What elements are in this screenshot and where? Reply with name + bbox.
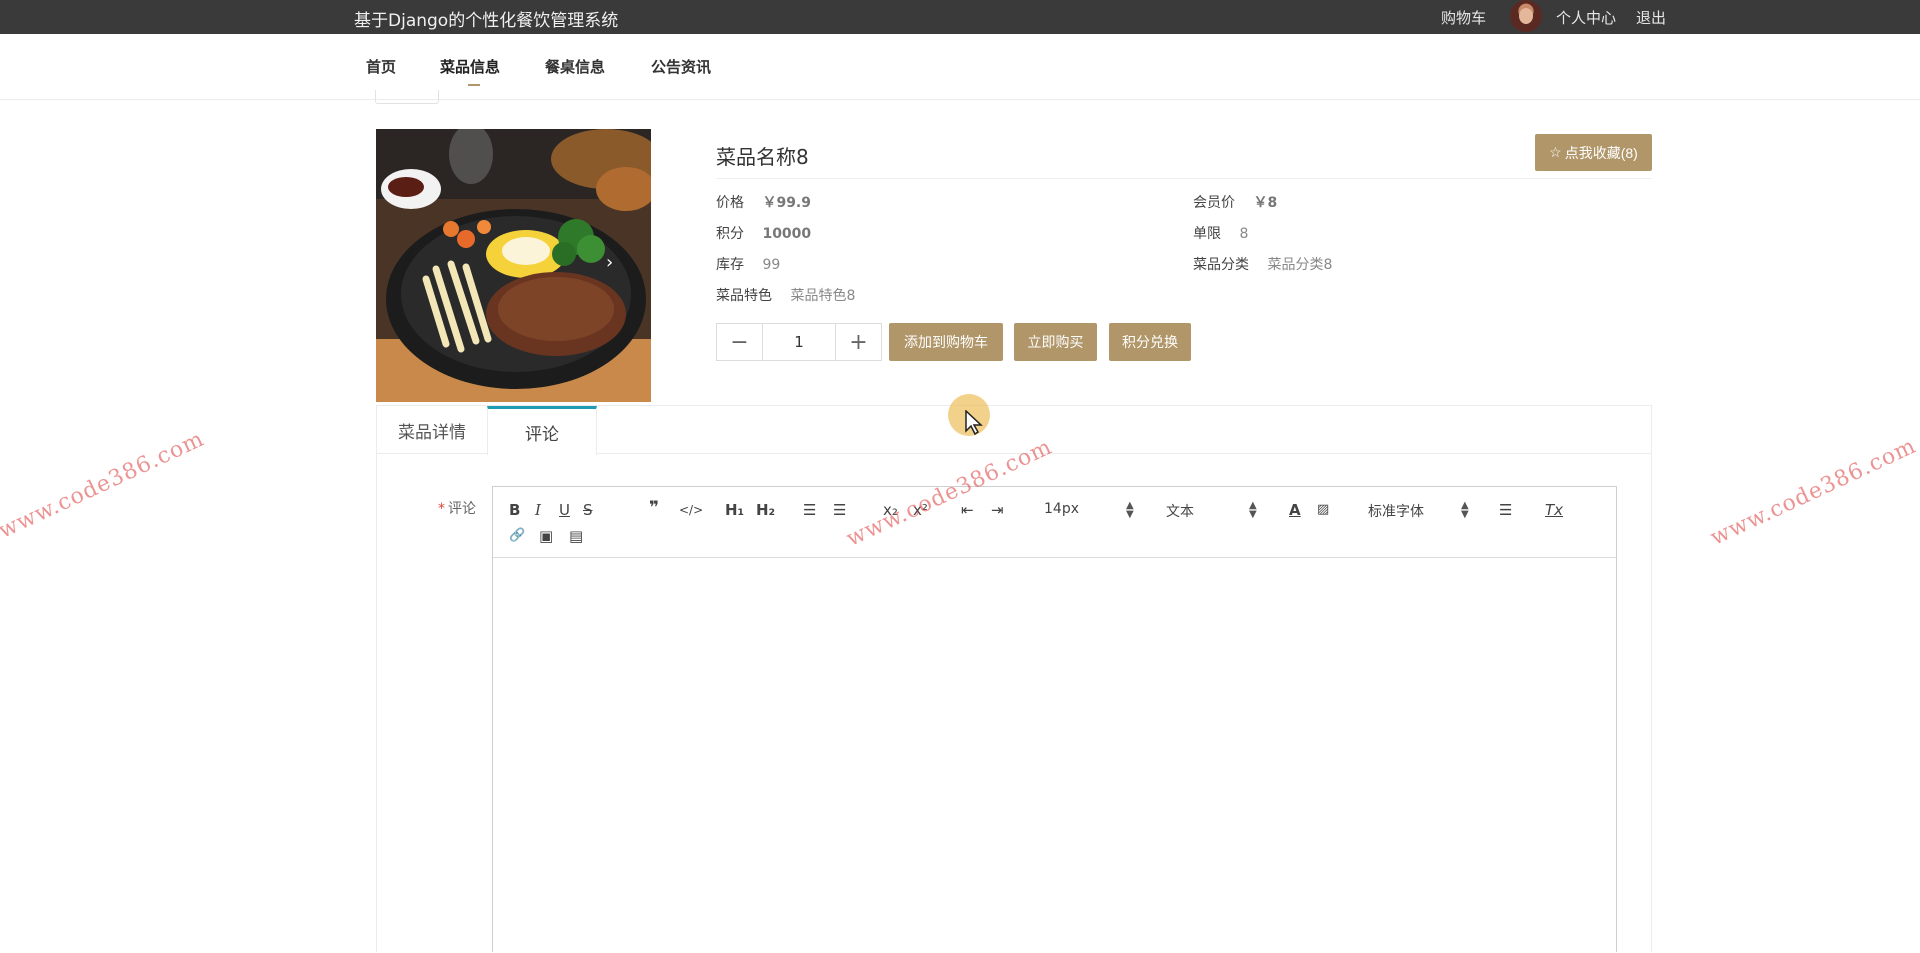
- outdent-button[interactable]: ⇤: [961, 501, 974, 519]
- feature-label: 菜品特色: [716, 288, 772, 304]
- select-arrows-icon: ▲ ▼: [1461, 500, 1469, 520]
- blockquote-button[interactable]: ❞: [649, 499, 659, 517]
- select-arrows-icon: ▲ ▼: [1249, 500, 1257, 520]
- font-family-value: 标准字体: [1368, 504, 1424, 520]
- divider: [716, 178, 1652, 179]
- italic-button[interactable]: I: [535, 501, 541, 519]
- add-to-cart-button[interactable]: 添加到购物车: [889, 323, 1003, 361]
- header2-button[interactable]: H₂: [756, 501, 775, 519]
- comment-label-text: 评论: [448, 501, 476, 517]
- bold-button[interactable]: B: [509, 501, 520, 519]
- header-select[interactable]: 文本 ▲ ▼: [1166, 500, 1257, 521]
- comment-label: * 评论: [438, 498, 476, 518]
- feature-field: 菜品特色 菜品特色8: [716, 285, 855, 305]
- points-value: 10000: [762, 226, 812, 242]
- limit-field: 单限 8: [1193, 223, 1248, 243]
- text-color-icon[interactable]: A: [1289, 501, 1301, 519]
- font-size-select[interactable]: 14px ▲ ▼: [1044, 500, 1134, 520]
- price-field: 价格 ￥99.9: [716, 192, 811, 212]
- points-label: 积分: [716, 226, 744, 242]
- comment-text-area[interactable]: [493, 558, 1616, 953]
- stock-label: 库存: [716, 257, 744, 273]
- limit-value: 8: [1239, 226, 1249, 242]
- buy-now-button[interactable]: 立即购买: [1014, 323, 1097, 361]
- image-icon[interactable]: ▣: [539, 527, 553, 545]
- ordered-list-button[interactable]: ☰: [803, 501, 816, 519]
- avatar[interactable]: [1510, 0, 1542, 32]
- required-mark: *: [438, 501, 445, 517]
- breadcrumb-remnant: [375, 90, 439, 104]
- star-icon: ☆: [1549, 144, 1562, 160]
- product-name: 菜品名称8: [716, 145, 809, 169]
- indent-button[interactable]: ⇥: [991, 501, 1004, 519]
- main-nav: 首页 菜品信息 餐桌信息 公告资讯: [0, 34, 1920, 100]
- favorite-label: 点我收藏(8): [1564, 144, 1638, 161]
- top-bar: 基于Django的个性化餐饮管理系统 购物车 个人中心 退出: [0, 0, 1920, 34]
- watermark-right: www.code386.com: [1706, 433, 1920, 551]
- video-icon[interactable]: ▤: [569, 527, 583, 545]
- cart-link[interactable]: 购物车: [1441, 7, 1486, 28]
- logout-link[interactable]: 退出: [1636, 7, 1666, 28]
- nav-item-home[interactable]: 首页: [366, 56, 396, 77]
- increase-button[interactable]: +: [836, 324, 881, 360]
- nav-item-news[interactable]: 公告资讯: [651, 56, 711, 77]
- price-label: 价格: [716, 195, 744, 211]
- header-value: 文本: [1166, 504, 1194, 520]
- nav-item-dishes[interactable]: 菜品信息: [440, 56, 500, 86]
- favorite-button[interactable]: ☆ 点我收藏(8): [1535, 134, 1652, 171]
- stock-field: 库存 99: [716, 254, 780, 274]
- tab-details[interactable]: 菜品详情: [377, 406, 487, 454]
- member-price-label: 会员价: [1193, 195, 1235, 211]
- quantity-input[interactable]: 1: [762, 324, 836, 360]
- tab-comments[interactable]: 评论: [487, 406, 597, 455]
- decrease-button[interactable]: −: [717, 324, 762, 360]
- bullet-list-button[interactable]: ☰: [833, 501, 846, 519]
- price-value: ￥99.9: [762, 195, 811, 211]
- site-title: 基于Django的个性化餐饮管理系统: [354, 11, 619, 31]
- font-size-value: 14px: [1044, 501, 1079, 517]
- member-price-value: ￥8: [1253, 195, 1278, 211]
- align-button[interactable]: ☰: [1499, 501, 1512, 519]
- limit-label: 单限: [1193, 226, 1221, 242]
- background-color-icon[interactable]: ▨: [1317, 501, 1329, 519]
- profile-link[interactable]: 个人中心: [1556, 7, 1616, 28]
- editor-toolbar: B I U S ❞ </> H₁ H₂ ☰ ☰ x₂ x² ⇤ ⇥ 14px ▲…: [493, 487, 1616, 558]
- category-field: 菜品分类 菜品分类8: [1193, 254, 1332, 274]
- carousel-next-icon[interactable]: ›: [606, 252, 613, 273]
- link-icon[interactable]: 🔗: [509, 527, 525, 545]
- nav-item-tables[interactable]: 餐桌信息: [545, 56, 605, 77]
- underline-button[interactable]: U: [559, 501, 570, 519]
- stock-value: 99: [762, 257, 781, 273]
- quantity-stepper: − 1 +: [716, 323, 882, 361]
- clean-format-button[interactable]: Tx: [1545, 501, 1563, 519]
- tabs-header: 菜品详情 评论: [377, 406, 1651, 455]
- points-field: 积分 10000: [716, 223, 811, 243]
- header1-button[interactable]: H₁: [725, 501, 744, 519]
- mouse-pointer-icon: [965, 410, 983, 436]
- strike-button[interactable]: S: [583, 501, 593, 519]
- category-label: 菜品分类: [1193, 257, 1249, 273]
- watermark-left: www.code386.com: [0, 426, 209, 544]
- member-price-field: 会员价 ￥8: [1193, 192, 1277, 212]
- font-family-select[interactable]: 标准字体 ▲ ▼: [1368, 500, 1469, 521]
- code-block-button[interactable]: </>: [679, 501, 703, 519]
- comment-editor: B I U S ❞ </> H₁ H₂ ☰ ☰ x₂ x² ⇤ ⇥ 14px ▲…: [492, 486, 1617, 952]
- points-exchange-button[interactable]: 积分兑换: [1109, 323, 1191, 361]
- select-arrows-icon: ▲ ▼: [1126, 500, 1134, 520]
- feature-value: 菜品特色8: [790, 288, 856, 304]
- category-value: 菜品分类8: [1267, 257, 1333, 273]
